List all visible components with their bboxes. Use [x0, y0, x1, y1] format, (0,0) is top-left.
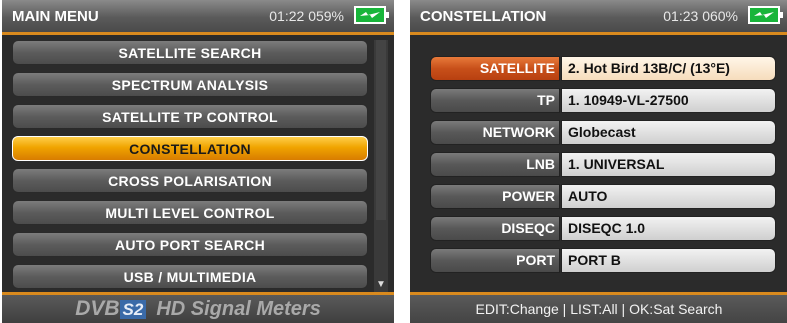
- battery-charging-icon: [748, 6, 783, 24]
- setting-label: NETWORK: [430, 120, 560, 145]
- menu-item-spectrum-analysis[interactable]: SPECTRUM ANALYSIS: [12, 72, 368, 97]
- setting-label: POWER: [430, 184, 560, 209]
- header: CONSTELLATION 01:23 060%: [410, 0, 787, 35]
- setting-value[interactable]: 1. 10949-VL-27500: [561, 88, 776, 113]
- scrollbar-thumb[interactable]: [376, 40, 386, 220]
- main-menu: SATELLITE SEARCH SPECTRUM ANALYSIS SATEL…: [12, 40, 368, 296]
- settings-list: SATELLITE 2. Hot Bird 13B/C/ (13°E) TP 1…: [430, 56, 776, 280]
- setting-value[interactable]: 1. UNIVERSAL: [561, 152, 776, 177]
- setting-value[interactable]: 2. Hot Bird 13B/C/ (13°E): [561, 56, 776, 81]
- key-hints: EDIT:Change | LIST:All | OK:Sat Search: [410, 292, 787, 323]
- menu-item-satellite-tp-control[interactable]: SATELLITE TP CONTROL: [12, 104, 368, 129]
- status: 01:23 060%: [663, 8, 738, 24]
- setting-label: TP: [430, 88, 560, 113]
- menu-item-usb-multimedia[interactable]: USB / MULTIMEDIA: [12, 264, 368, 289]
- battery-level: 059%: [308, 8, 344, 24]
- setting-label: SATELLITE: [430, 56, 560, 81]
- clock: 01:23: [663, 8, 699, 24]
- scrollbar[interactable]: ▼: [374, 40, 388, 292]
- menu-item-auto-port-search[interactable]: AUTO PORT SEARCH: [12, 232, 368, 257]
- setting-row-satellite[interactable]: SATELLITE 2. Hot Bird 13B/C/ (13°E): [430, 56, 776, 81]
- setting-value[interactable]: DISEQC 1.0: [561, 216, 776, 241]
- screen-title: MAIN MENU: [12, 8, 99, 25]
- menu-item-cross-polarisation[interactable]: CROSS POLARISATION: [12, 168, 368, 193]
- brand-footer: DVB S2 HD Signal Meters: [2, 292, 394, 323]
- setting-row-network[interactable]: NETWORK Globecast: [430, 120, 776, 145]
- main-menu-screen: MAIN MENU 01:22 059% SATELLITE SEARCH SP…: [2, 0, 394, 323]
- setting-label: DISEQC: [430, 216, 560, 241]
- battery-level: 060%: [702, 8, 738, 24]
- status: 01:22 059%: [269, 8, 344, 24]
- setting-label: LNB: [430, 152, 560, 177]
- screen-title: CONSTELLATION: [420, 8, 547, 25]
- setting-row-diseqc[interactable]: DISEQC DISEQC 1.0: [430, 216, 776, 241]
- menu-item-satellite-search[interactable]: SATELLITE SEARCH: [12, 40, 368, 65]
- constellation-screen: CONSTELLATION 01:23 060% SATELLITE 2. Ho…: [410, 0, 787, 323]
- brand-text: HD Signal Meters: [156, 298, 321, 320]
- setting-value[interactable]: PORT B: [561, 248, 776, 273]
- menu-item-multi-level-control[interactable]: MULTI LEVEL CONTROL: [12, 200, 368, 225]
- battery-charging-icon: [354, 6, 389, 24]
- header: MAIN MENU 01:22 059%: [2, 0, 394, 35]
- setting-row-power[interactable]: POWER AUTO: [430, 184, 776, 209]
- setting-label: PORT: [430, 248, 560, 273]
- brand-s2: S2: [119, 300, 147, 319]
- arrow-down-icon[interactable]: ▼: [376, 278, 386, 292]
- menu-item-constellation[interactable]: CONSTELLATION: [12, 136, 368, 161]
- clock: 01:22: [269, 8, 305, 24]
- setting-value[interactable]: Globecast: [561, 120, 776, 145]
- setting-row-tp[interactable]: TP 1. 10949-VL-27500: [430, 88, 776, 113]
- setting-value[interactable]: AUTO: [561, 184, 776, 209]
- brand-dvb: DVB: [75, 297, 120, 320]
- setting-row-lnb[interactable]: LNB 1. UNIVERSAL: [430, 152, 776, 177]
- setting-row-port[interactable]: PORT PORT B: [430, 248, 776, 273]
